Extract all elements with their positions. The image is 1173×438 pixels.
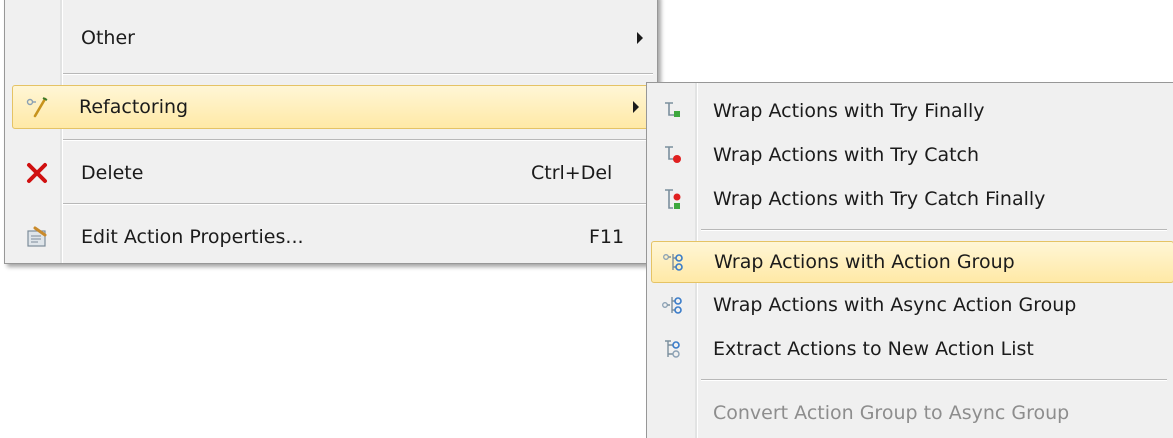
menu-separator <box>63 139 653 141</box>
menu-item-label: Convert Action Group to Async Group <box>713 402 1070 424</box>
refactoring-submenu: Wrap Actions with Try Finally Wrap Actio… <box>646 82 1173 438</box>
menu-item-label: Wrap Actions with Async Action Group <box>713 294 1077 316</box>
menu-item-delete[interactable]: Delete Ctrl+Del <box>9 151 653 195</box>
submenu-item-wrap-action-group[interactable]: Wrap Actions with Action Group <box>651 241 1173 283</box>
menu-item-label: Edit Action Properties... <box>81 226 304 248</box>
menu-item-label: Delete <box>81 162 144 184</box>
submenu-item-wrap-async-action-group[interactable]: Wrap Actions with Async Action Group <box>649 283 1173 327</box>
submenu-item-try-catch[interactable]: Wrap Actions with Try Catch <box>649 133 1173 177</box>
menu-item-label: Wrap Actions with Action Group <box>714 251 1015 273</box>
submenu-item-convert-to-async[interactable]: Convert Action Group to Async Group <box>649 391 1173 435</box>
submenu-item-extract-action-list[interactable]: Extract Actions to New Action List <box>649 327 1173 371</box>
menu-separator <box>63 73 653 75</box>
menu-item-label: Wrap Actions with Try Catch <box>713 144 980 166</box>
async-action-group-icon <box>661 293 685 317</box>
menu-separator <box>701 229 1167 231</box>
menu-item-refactoring[interactable]: Refactoring <box>12 85 655 129</box>
action-group-icon <box>662 250 686 274</box>
try-catch-icon <box>661 143 685 167</box>
menu-item-label: Other <box>81 27 135 49</box>
menu-item-shortcut: F11 <box>589 226 625 248</box>
try-catch-finally-icon <box>661 187 685 211</box>
extract-action-list-icon <box>661 337 685 361</box>
delete-x-icon <box>25 161 49 185</box>
submenu-item-try-finally[interactable]: Wrap Actions with Try Finally <box>649 89 1173 133</box>
properties-icon <box>25 225 49 249</box>
menu-item-edit-action-properties[interactable]: Edit Action Properties... F11 <box>9 215 653 259</box>
menu-item-label: Wrap Actions with Try Finally <box>713 100 985 122</box>
menu-item-label: Wrap Actions with Try Catch Finally <box>713 188 1046 210</box>
menu-item-label: Refactoring <box>79 96 189 118</box>
submenu-item-try-catch-finally[interactable]: Wrap Actions with Try Catch Finally <box>649 177 1173 221</box>
submenu-arrow-icon <box>633 101 639 113</box>
menu-separator <box>63 203 653 205</box>
try-finally-icon <box>661 99 685 123</box>
submenu-arrow-icon <box>637 32 643 44</box>
menu-item-other[interactable]: Other <box>9 9 653 67</box>
menu-separator <box>701 379 1167 381</box>
menu-item-shortcut: Ctrl+Del <box>531 162 613 184</box>
refactor-wand-icon <box>25 95 49 119</box>
context-menu: Other Refactoring Delete Ctrl+Del Edit A… <box>4 0 658 264</box>
menu-item-label: Extract Actions to New Action List <box>713 338 1034 360</box>
